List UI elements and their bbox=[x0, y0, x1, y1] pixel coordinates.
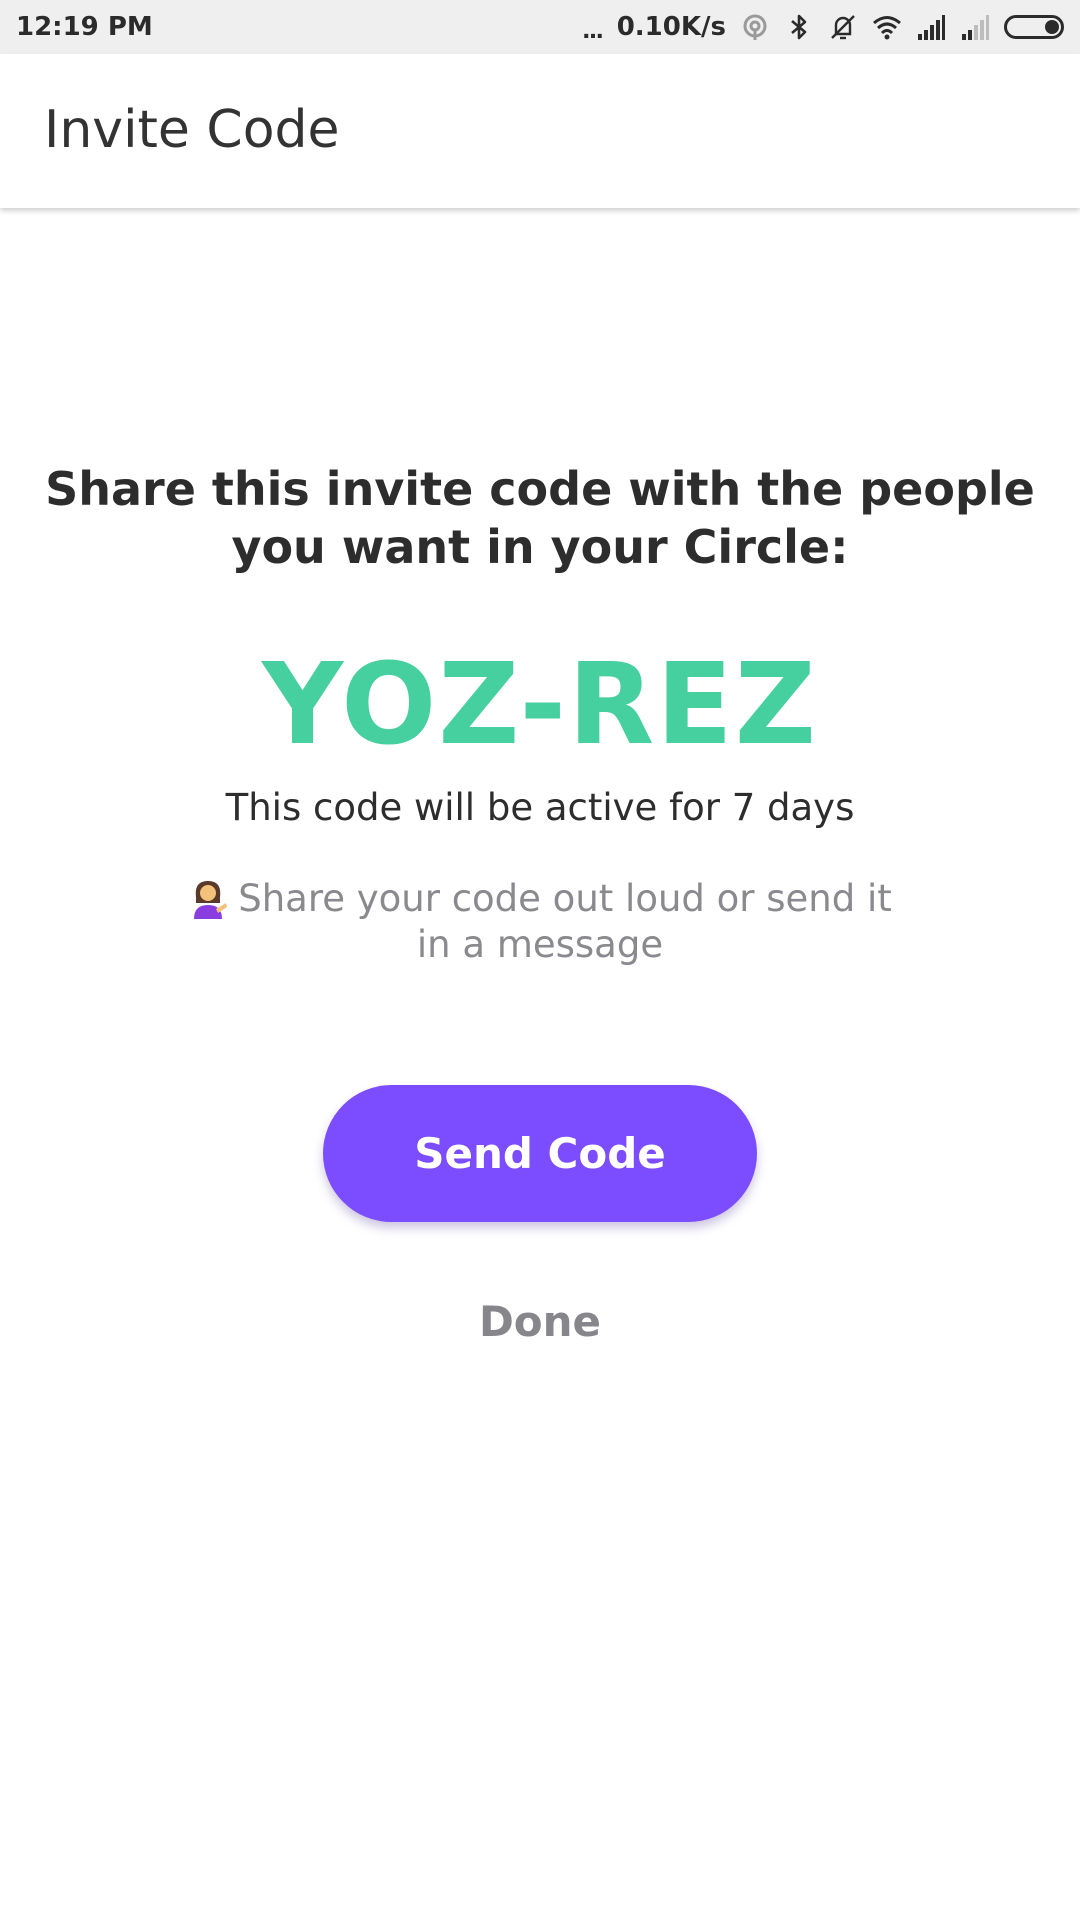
battery-icon bbox=[1004, 15, 1064, 39]
vibrate-off-icon bbox=[831, 15, 855, 40]
headline-line-2: you want in your Circle: bbox=[231, 520, 849, 574]
code-expiry-note: This code will be active for 7 days bbox=[225, 786, 855, 829]
status-bar: 12:19 PM ... 0.10K/s bbox=[0, 0, 1080, 54]
send-code-button[interactable]: Send Code bbox=[323, 1085, 757, 1222]
headline-line-1: Share this invite code with the people bbox=[45, 462, 1035, 516]
more-notifications-icon: ... bbox=[582, 13, 603, 44]
share-hint: Share your code out loud or send it in a… bbox=[180, 876, 900, 968]
wifi-icon bbox=[873, 16, 901, 40]
invite-code: YOZ-REZ bbox=[261, 640, 818, 770]
done-button[interactable]: Done bbox=[440, 1292, 640, 1352]
app-bar: Invite Code bbox=[0, 54, 1080, 208]
status-time: 12:19 PM bbox=[16, 12, 153, 42]
signal-icon bbox=[918, 15, 945, 40]
status-icons: ... 0.10K/s bbox=[582, 8, 1064, 46]
share-hint-text: Share your code out loud or send it in a… bbox=[238, 877, 892, 966]
hotspot-icon bbox=[743, 14, 767, 40]
network-speed: 0.10K/s bbox=[616, 12, 726, 42]
signal-weak-icon bbox=[962, 15, 989, 40]
person-tipping-hand-icon bbox=[194, 881, 228, 919]
bluetooth-icon bbox=[791, 14, 807, 40]
page-title: Invite Code bbox=[44, 100, 340, 160]
invite-headline: Share this invite code with the people y… bbox=[0, 460, 1080, 576]
